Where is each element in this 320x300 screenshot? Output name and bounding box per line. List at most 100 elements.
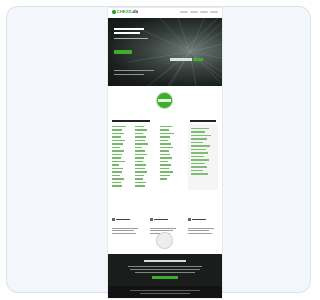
directory-link[interactable] (112, 136, 121, 138)
directory-link[interactable] (112, 171, 122, 173)
directory-link[interactable] (160, 178, 167, 180)
feature-title (116, 218, 130, 220)
footer-heading (144, 260, 186, 262)
directory-link[interactable] (135, 160, 143, 163)
footer-cta-button[interactable] (152, 276, 178, 279)
directory-link[interactable] (135, 129, 147, 131)
directory-sidebar (188, 124, 218, 190)
directory-link[interactable] (112, 178, 124, 180)
site-preview: CHESS.do (108, 8, 222, 298)
directory-link[interactable] (112, 143, 123, 145)
directory-link[interactable] (112, 174, 120, 177)
sidebar-link[interactable] (191, 138, 207, 140)
directory-section (108, 116, 222, 206)
directory-link[interactable] (160, 146, 173, 149)
directory-link[interactable] (112, 181, 121, 184)
sidebar-link[interactable] (191, 134, 211, 137)
directory-link[interactable] (135, 153, 147, 156)
hero-title-block (114, 28, 154, 34)
hero-search-button[interactable] (193, 58, 203, 61)
directory-link[interactable] (135, 157, 144, 159)
header-nav (180, 11, 218, 13)
directory-link[interactable] (112, 139, 125, 142)
sidebar-link[interactable] (191, 155, 204, 158)
hero-search-input[interactable] (170, 58, 192, 61)
directory-link[interactable] (160, 129, 169, 131)
directory-link[interactable] (135, 174, 144, 177)
sidebar-link[interactable] (191, 166, 207, 168)
hero-cta-button[interactable] (114, 50, 132, 54)
logo-suffix: .do (131, 9, 139, 14)
directory-link[interactable] (160, 171, 173, 173)
directory-link[interactable] (135, 178, 143, 180)
directory-heading (112, 120, 150, 122)
directory-link[interactable] (135, 139, 145, 142)
directory-link[interactable] (112, 160, 125, 163)
directory-link[interactable] (135, 136, 146, 138)
feature-icon (112, 218, 115, 221)
directory-link[interactable] (160, 136, 170, 138)
site-logo[interactable]: CHESS.do (112, 9, 138, 14)
hero-text-line (114, 70, 154, 72)
directory-link[interactable] (135, 143, 148, 145)
nav-link[interactable] (210, 11, 218, 13)
directory-link[interactable] (160, 132, 174, 135)
directory-link[interactable] (112, 164, 119, 166)
directory-link[interactable] (135, 171, 147, 173)
footer-text-line (135, 272, 195, 273)
link-column (160, 126, 174, 180)
directory-link[interactable] (135, 167, 145, 170)
sidebar-link[interactable] (191, 159, 209, 161)
directory-link[interactable] (135, 185, 145, 187)
sidebar-link[interactable] (191, 173, 208, 175)
nav-link[interactable] (190, 11, 198, 13)
directory-link[interactable] (135, 150, 145, 152)
nav-link[interactable] (200, 11, 208, 13)
directory-link[interactable] (112, 150, 124, 152)
sidebar-link[interactable] (191, 148, 206, 151)
directory-link[interactable] (135, 164, 146, 166)
sidebar-link[interactable] (191, 152, 208, 154)
footer-legal-line (140, 293, 190, 294)
hero-banner (108, 18, 222, 86)
footer-text-line (128, 266, 202, 267)
directory-link[interactable] (135, 181, 146, 184)
directory-link[interactable] (112, 185, 122, 187)
site-header: CHESS.do (108, 8, 222, 18)
feature-text-line (150, 230, 173, 232)
badge-ribbon (158, 99, 171, 102)
directory-link[interactable] (160, 164, 171, 166)
directory-link[interactable] (160, 157, 172, 159)
feature-text-line (188, 227, 214, 229)
directory-link[interactable] (160, 126, 172, 128)
sidebar-link[interactable] (191, 128, 209, 130)
directory-link[interactable] (112, 146, 120, 149)
directory-link[interactable] (112, 126, 126, 128)
feature-title (192, 218, 206, 220)
sidebar-link[interactable] (191, 162, 205, 165)
sidebar-link[interactable] (191, 169, 203, 172)
directory-link[interactable] (160, 174, 170, 177)
sidebar-link[interactable] (191, 131, 205, 133)
directory-link[interactable] (160, 153, 170, 156)
directory-link[interactable] (135, 146, 142, 149)
sidebar-link[interactable] (191, 145, 210, 147)
sidebar-links (191, 128, 211, 175)
directory-link[interactable] (112, 132, 124, 135)
directory-link[interactable] (135, 126, 144, 128)
feature-title (154, 218, 168, 220)
hero-subtitle (114, 38, 148, 40)
directory-link[interactable] (160, 139, 168, 142)
directory-link[interactable] (112, 157, 121, 159)
directory-link[interactable] (160, 150, 169, 152)
directory-link[interactable] (135, 132, 143, 135)
directory-link[interactable] (160, 160, 168, 163)
site-footer (108, 254, 222, 298)
directory-link[interactable] (112, 129, 122, 131)
nav-link[interactable] (180, 11, 188, 13)
directory-link[interactable] (160, 143, 171, 145)
directory-link[interactable] (112, 167, 123, 170)
sidebar-link[interactable] (191, 141, 203, 144)
directory-link[interactable] (112, 153, 122, 156)
directory-link[interactable] (160, 167, 169, 170)
